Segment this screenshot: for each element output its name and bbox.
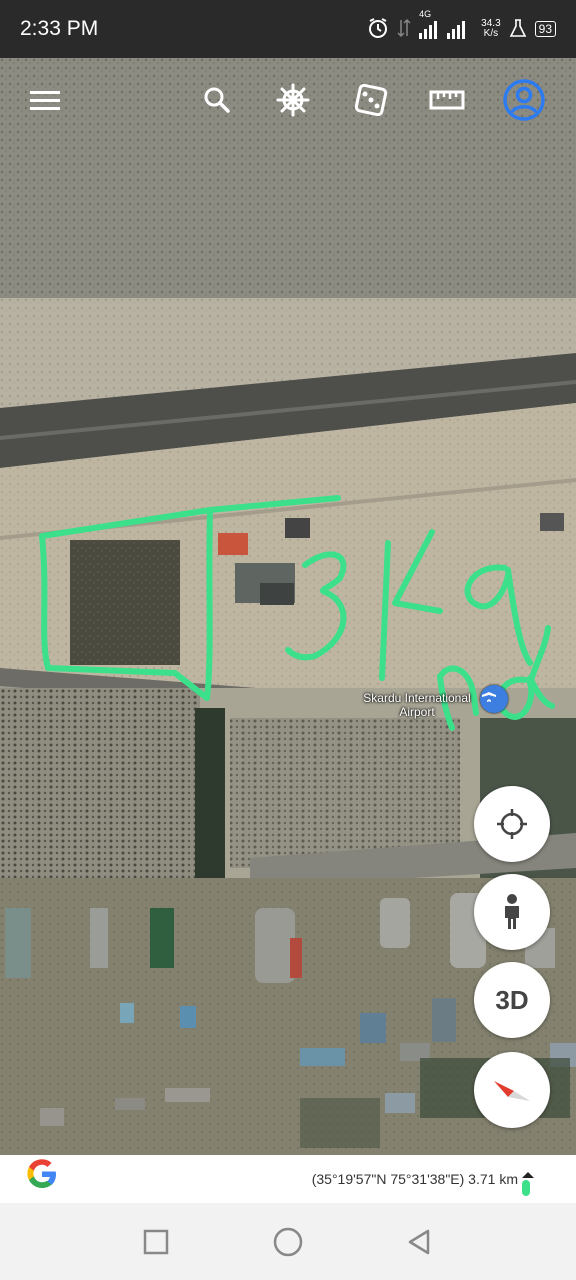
- status-time: 2:33 PM: [20, 17, 99, 40]
- place-label[interactable]: Skardu International Airport: [362, 691, 472, 719]
- recents-button[interactable]: [136, 1222, 176, 1262]
- place-label-line1: Skardu International: [363, 691, 471, 705]
- net-speed-unit: K/s: [483, 28, 499, 39]
- ships-wheel-icon: [276, 83, 310, 117]
- top-toolbar: [0, 78, 576, 128]
- voyager-button[interactable]: [271, 78, 315, 122]
- search-button[interactable]: [195, 78, 239, 122]
- flask-icon: [509, 18, 527, 41]
- status-bar: 2:33 PM 4G 34.3 K/s 93: [0, 0, 576, 58]
- home-circle-icon: [273, 1227, 303, 1256]
- info-bar: (35°19'57"N 75°31'38"E) 3.71 km: [0, 1155, 576, 1203]
- data-arrows-icon: [397, 18, 411, 41]
- measure-button[interactable]: [425, 78, 469, 122]
- compass-icon: [494, 1081, 530, 1101]
- dice-icon: [354, 83, 388, 117]
- status-icons: 4G 34.3 K/s 93: [367, 9, 556, 42]
- home-button[interactable]: [268, 1222, 308, 1262]
- signal-icon: 4G: [419, 9, 473, 39]
- account-button[interactable]: [502, 78, 546, 122]
- 3d-toggle-button[interactable]: 3D: [474, 962, 550, 1038]
- menu-icon: [30, 91, 60, 110]
- system-nav-bar: [0, 1203, 576, 1280]
- network-type: 4G: [419, 9, 432, 19]
- feeling-lucky-button[interactable]: [349, 78, 393, 122]
- menu-button[interactable]: [23, 78, 67, 122]
- 3d-label: 3D: [495, 984, 529, 1015]
- pegman-icon: [505, 894, 519, 929]
- airplane-icon: [482, 686, 496, 702]
- net-speed: 34.3 K/s: [481, 19, 500, 39]
- battery-level: 93: [534, 21, 556, 37]
- recents-square-icon: [143, 1229, 169, 1254]
- place-label-line2: Airport: [399, 705, 435, 719]
- my-location-button[interactable]: [474, 786, 550, 862]
- crosshair-icon: [497, 809, 527, 839]
- search-icon: [204, 87, 230, 113]
- account-icon: [503, 79, 545, 121]
- ruler-icon: [429, 90, 465, 110]
- compass-button[interactable]: [474, 1052, 550, 1128]
- street-view-button[interactable]: [474, 874, 550, 950]
- coordinates-readout: (35°19'57"N 75°31'38"E) 3.71 km: [311, 1171, 518, 1187]
- google-logo: [24, 1156, 60, 1202]
- google-g-icon: [27, 1159, 56, 1188]
- alarm-icon: [367, 17, 389, 42]
- scale-indicator-icon: [520, 1172, 538, 1203]
- back-triangle-icon: [408, 1229, 430, 1254]
- back-button[interactable]: [400, 1222, 440, 1262]
- airport-pin[interactable]: [480, 685, 508, 713]
